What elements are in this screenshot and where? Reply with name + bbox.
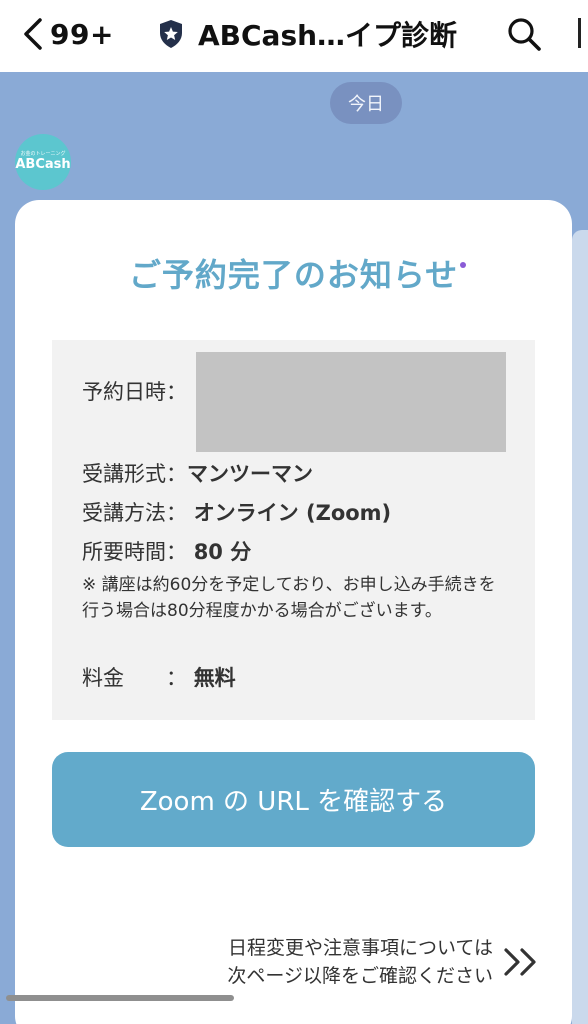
card-title: ご予約完了のお知らせ <box>128 256 459 294</box>
format-row: 受講形式：マンツーマン <box>82 458 313 488</box>
fee-row: 料金 ： 無料 <box>82 662 236 692</box>
unread-count: 99+ <box>50 17 114 51</box>
shield-star-icon <box>160 20 182 48</box>
duration-value: 80 分 <box>193 540 252 564</box>
sender-avatar[interactable]: お金のトレーニング ABCash <box>15 134 71 190</box>
avatar-logo: ABCash <box>15 157 71 172</box>
zoom-url-button[interactable]: Zoom の URL を確認する <box>52 752 535 847</box>
fee-value: 無料 <box>193 666 236 690</box>
next-page-button[interactable] <box>502 946 542 978</box>
duration-label: 所要時間： <box>82 540 187 564</box>
back-button[interactable]: 99+ <box>22 16 114 52</box>
date-label: 今日 <box>348 94 384 115</box>
menu-edge[interactable] <box>578 18 581 48</box>
datetime-label: 予約日時： <box>82 380 187 404</box>
hint-line-1: 日程変更や注意事項については <box>227 937 493 959</box>
chat-header: 99+ ABCash…イプ診断 <box>0 0 588 72</box>
message-card: ご予約完了のお知らせ 予約日時： 受講形式：マンツーマン 受講方法： オンライン… <box>15 200 572 1024</box>
format-value: マンツーマン <box>187 462 313 486</box>
double-chevron-right-icon <box>504 948 536 976</box>
horizontal-scrollbar[interactable] <box>6 995 234 1001</box>
duration-note: ※ 講座は約60分を予定しており、お申し込み手続きを行う場合は80分程度かかる場… <box>82 575 496 621</box>
datetime-row: 予約日時： <box>82 376 187 406</box>
next-page-hint: 日程変更や注意事項については 次ページ以降をご確認ください <box>193 934 493 990</box>
method-label: 受講方法： <box>82 501 187 525</box>
decorative-dot <box>460 262 466 268</box>
next-card-peek[interactable] <box>572 230 588 1024</box>
format-label: 受講形式： <box>82 462 187 486</box>
chat-title-area[interactable]: ABCash…イプ診断 <box>158 14 457 54</box>
avatar-tagline: お金のトレーニング <box>20 151 66 157</box>
chevron-left-icon <box>24 18 42 50</box>
reservation-details: 予約日時： 受講形式：マンツーマン 受講方法： オンライン (Zoom) 所要時… <box>52 340 535 720</box>
chat-title: ABCash…イプ診断 <box>198 19 458 52</box>
date-separator: 今日 <box>330 82 402 124</box>
fee-label: 料金 ： <box>82 666 187 690</box>
hint-line-2: 次ページ以降をご確認ください <box>227 965 493 987</box>
zoom-url-button-label: Zoom の URL を確認する <box>139 787 448 817</box>
search-button[interactable] <box>504 14 544 54</box>
method-row: 受講方法： オンライン (Zoom) <box>82 497 391 527</box>
redacted-datetime <box>196 352 506 452</box>
duration-row: 所要時間： 80 分 <box>82 536 251 566</box>
method-value: オンライン (Zoom) <box>193 501 392 525</box>
search-icon <box>508 18 541 51</box>
